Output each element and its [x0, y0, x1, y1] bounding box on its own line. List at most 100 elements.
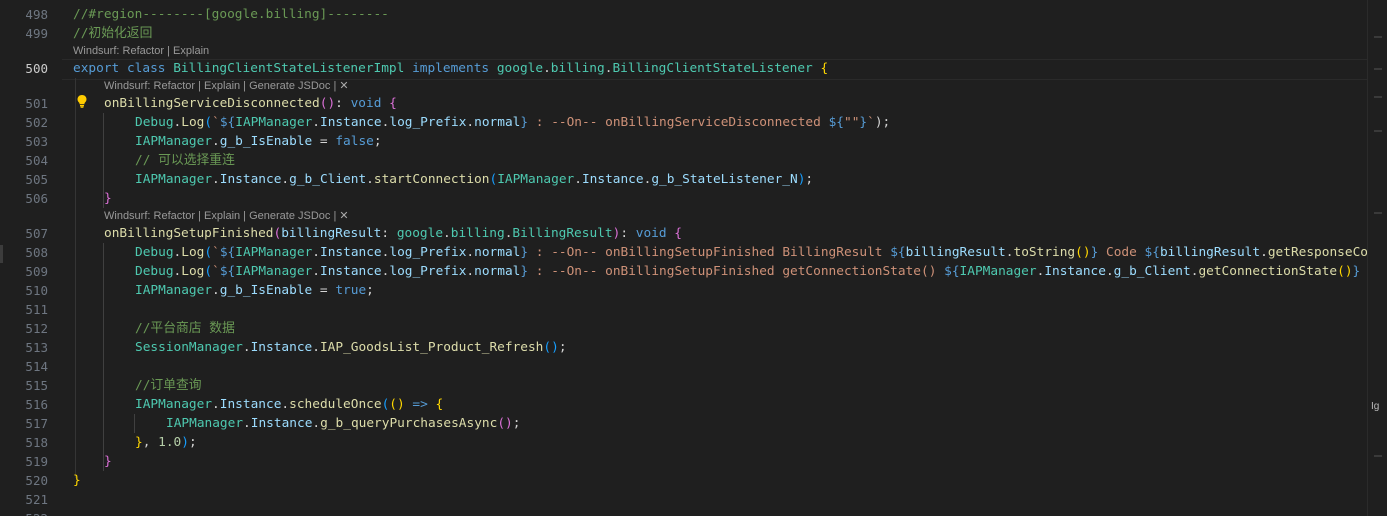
codelens-text[interactable]: Windsurf: Refactor | Explain | Generate … [104, 210, 339, 222]
token: class [126, 61, 166, 76]
codelens-method[interactable]: Windsurf: Refactor | Explain | Generate … [104, 208, 349, 225]
token: ; [373, 134, 382, 149]
line-number: 499 [25, 26, 48, 41]
overview-marker [1374, 96, 1382, 98]
token: => [404, 397, 436, 412]
token: IAPManager [135, 283, 213, 298]
token: void [350, 96, 382, 111]
token: : [620, 226, 636, 241]
line-number-gutter[interactable]: 498 499 500 501 502 503 504 505 506 507 … [0, 0, 62, 516]
lightbulb-icon[interactable] [76, 94, 88, 108]
codelens-class[interactable]: Windsurf: Refactor | Explain [73, 43, 209, 60]
token: g_b_StateListener_N [651, 172, 798, 187]
code-line-505: IAPManager.Instance.g_b_Client.startConn… [135, 172, 814, 187]
token: billing [450, 226, 505, 241]
token: = [312, 134, 336, 149]
line-number: 522 [0, 509, 48, 516]
token: g_b_IsEnable [219, 134, 313, 149]
token: 1.0 [158, 435, 182, 450]
token: : [381, 226, 397, 241]
token: Instance [320, 245, 382, 260]
token: scheduleOnce [289, 397, 382, 412]
code-line-498: //#region--------[google.billing]-------… [73, 7, 389, 22]
token: BillingClientStateListenerImpl [173, 61, 405, 76]
token: SessionManager [135, 340, 243, 355]
line-number: 508 [25, 245, 48, 260]
token: Instance [219, 397, 282, 412]
token: { [389, 96, 397, 111]
token: IAPManager [166, 416, 244, 431]
code-line-510: IAPManager.g_b_IsEnable = true; [135, 283, 374, 298]
overview-marker [1374, 212, 1382, 214]
overview-marker [1374, 36, 1382, 38]
token: Log [181, 264, 205, 279]
line-number: 520 [25, 473, 48, 488]
token: : --On-- onBillingSetupFinished BillingR… [528, 245, 891, 260]
token: IAPManager [135, 172, 213, 187]
code-line-520: } [73, 473, 81, 488]
token: , [142, 435, 159, 450]
token: g_b_Client [1113, 264, 1191, 279]
token: Instance [320, 115, 382, 130]
token: : [335, 96, 351, 111]
token: log_Prefix [389, 115, 467, 130]
token: export [73, 61, 120, 76]
code-line-516: IAPManager.Instance.scheduleOnce(() => { [135, 397, 444, 412]
token: normal [474, 264, 521, 279]
token: google [496, 61, 544, 76]
token: BillingClientStateListener [612, 61, 813, 76]
token: { [674, 226, 682, 241]
vertical-scrollbar[interactable]: Ig [1367, 0, 1387, 516]
token: ( [204, 115, 213, 130]
token: log_Prefix [389, 264, 467, 279]
code-line-503: IAPManager.g_b_IsEnable = false; [135, 134, 382, 149]
code-line-502: Debug.Log(`${IAPManager.Instance.log_Pre… [135, 115, 891, 130]
token: ` [867, 115, 875, 130]
token: () [319, 96, 336, 111]
token: g_b_IsEnable [219, 283, 313, 298]
token: BillingResult [512, 226, 613, 241]
close-icon[interactable]: ✕ [339, 210, 348, 222]
token: billingResult [281, 226, 382, 241]
token: Instance [581, 172, 644, 187]
token: false [335, 134, 374, 149]
line-number: 515 [25, 378, 48, 393]
code-line-509: Debug.Log(`${IAPManager.Instance.log_Pre… [135, 262, 1368, 281]
token: Instance [250, 416, 313, 431]
code-line-507: onBillingSetupFinished(billingResult: go… [104, 226, 682, 241]
line-number-active: 500 [25, 61, 48, 76]
token: { [435, 397, 444, 412]
code-line-504: // 可以选择重连 [135, 153, 235, 168]
token: Instance [320, 264, 382, 279]
token: } [520, 115, 529, 130]
code-line-518: }, 1.0); [135, 433, 197, 452]
line-number: 512 [25, 321, 48, 336]
codelens-method[interactable]: Windsurf: Refactor | Explain | Generate … [104, 78, 349, 95]
token: log_Prefix [389, 245, 467, 260]
token: IAPManager [135, 397, 213, 412]
token: IAPManager [497, 172, 575, 187]
line-number: 505 [25, 172, 48, 187]
codelens-text[interactable]: Windsurf: Refactor | Explain | Generate … [104, 80, 339, 92]
token: getResponseCo [1267, 245, 1368, 260]
token: Debug [135, 245, 174, 260]
token: Debug [135, 115, 174, 130]
token: () [543, 340, 559, 355]
token: billingResult [1159, 245, 1261, 260]
line-number: 498 [25, 7, 48, 22]
token: IAPManager [235, 115, 313, 130]
token: g_b_Client [289, 172, 367, 187]
token: g_b_queryPurchasesAsync [320, 416, 498, 431]
code-line-501: onBillingServiceDisconnected(): void { [104, 94, 397, 113]
line-number: 503 [25, 134, 48, 149]
token: Log [181, 115, 205, 130]
token: ; [558, 340, 567, 355]
token: () [389, 397, 405, 412]
line-number: 511 [25, 302, 48, 317]
token: ${ [828, 115, 844, 130]
close-icon[interactable]: ✕ [339, 80, 348, 92]
code-editor[interactable]: 498 499 500 501 502 503 504 505 506 507 … [0, 0, 1368, 516]
line-number: 516 [25, 397, 48, 412]
token: billingResult [905, 245, 1006, 260]
token: implements [412, 61, 490, 76]
